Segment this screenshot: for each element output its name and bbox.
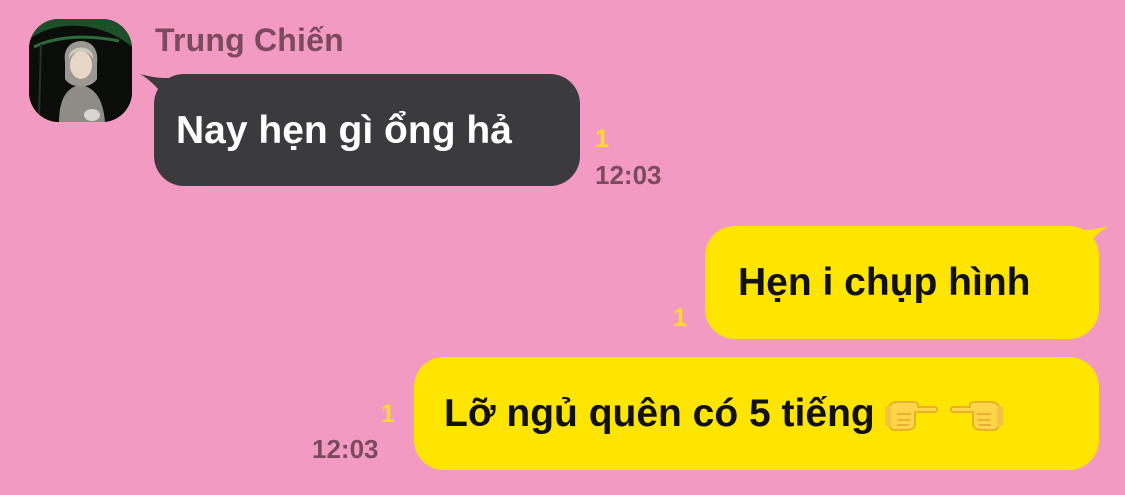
message-time: 12:03 [595, 160, 662, 190]
unread-count: 1 [381, 400, 395, 428]
avatar-photo [29, 19, 132, 122]
message-text: Lỡ ngủ quên có 5 tiếng [444, 392, 875, 435]
unread-count: 1 [673, 304, 687, 332]
message-time: 12:03 [312, 434, 379, 464]
chat-view: Trung Chiến Nay hẹn gì ổng hả 1 12:03 Hẹ… [0, 0, 1125, 495]
unread-count: 1 [595, 125, 609, 153]
message-text: Hẹn i chụp hình [738, 261, 1031, 304]
message-text: Nay hẹn gì ổng hả [176, 108, 512, 152]
pointing-left-hand-icon [949, 394, 1003, 434]
incoming-message-bubble[interactable]: Nay hẹn gì ổng hả [154, 74, 580, 186]
avatar[interactable] [29, 19, 132, 122]
outgoing-message-bubble[interactable]: Hẹn i chụp hình [705, 226, 1099, 339]
pointing-right-hand-icon [884, 394, 939, 434]
sender-name: Trung Chiến [155, 22, 344, 58]
outgoing-message-bubble[interactable]: Lỡ ngủ quên có 5 tiếng [414, 357, 1099, 470]
